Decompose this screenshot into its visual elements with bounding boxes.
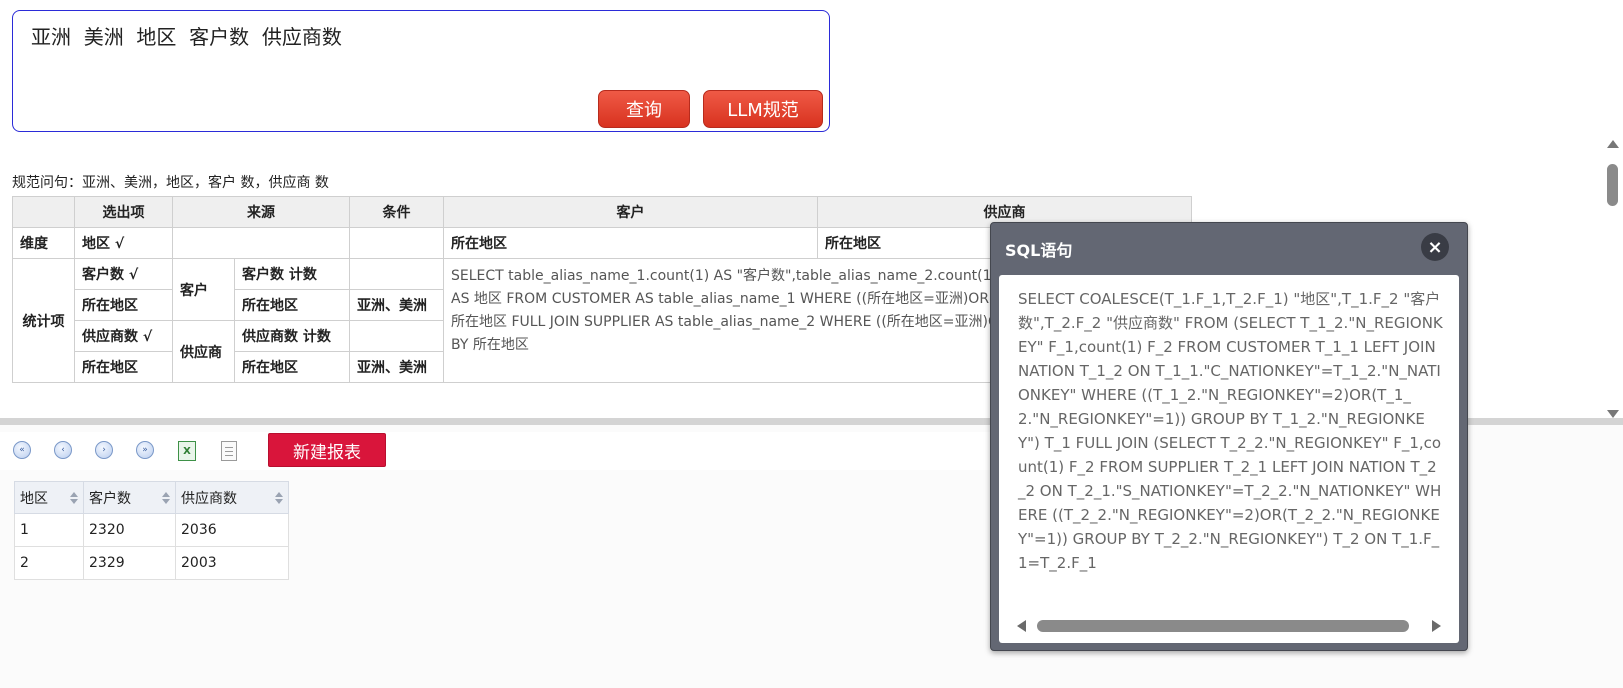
query-button[interactable]: 查询	[598, 90, 690, 128]
stats-select[interactable]: 所在地区	[74, 351, 173, 383]
stats-source: 所在地区	[234, 289, 350, 321]
source-customer: 客户	[172, 258, 235, 321]
stats-select[interactable]: 所在地区	[74, 289, 173, 321]
stats-condition	[349, 258, 444, 290]
horizontal-scrollbar[interactable]	[1013, 619, 1445, 633]
header-customer: 客户	[443, 196, 818, 228]
cell-region: 1	[14, 513, 84, 547]
dimension-customer: 所在地区	[443, 227, 818, 259]
cell-region: 2	[14, 546, 84, 580]
cell-customers: 2320	[83, 513, 176, 547]
llm-normalize-button[interactable]: LLM规范	[703, 90, 823, 128]
document-icon[interactable]	[221, 441, 237, 461]
sort-icon[interactable]	[275, 492, 283, 504]
results-table: 地区 客户数 供应商数 1 2320 2036 2 2329 2003	[14, 481, 289, 580]
results-header-row: 地区 客户数 供应商数	[14, 481, 289, 514]
next-page-icon[interactable]: ›	[95, 441, 113, 459]
scroll-up-arrow-icon[interactable]	[1607, 140, 1619, 148]
close-icon[interactable]: ×	[1421, 233, 1449, 261]
upper-scrollbar[interactable]	[1603, 138, 1623, 420]
table-row[interactable]: 1 2320 2036	[14, 513, 289, 547]
dimension-source	[172, 227, 350, 259]
dimension-label: 维度	[12, 227, 75, 259]
source-supplier: 供应商	[172, 320, 235, 383]
scroll-right-arrow-icon[interactable]	[1432, 620, 1441, 632]
query-panel: 查询 LLM规范	[12, 10, 830, 132]
column-header-suppliers[interactable]: 供应商数	[175, 481, 289, 514]
scroll-thumb[interactable]	[1037, 620, 1409, 632]
sort-icon[interactable]	[70, 492, 78, 504]
cell-suppliers: 2003	[175, 546, 289, 580]
stats-label: 统计项	[12, 258, 75, 383]
sql-dialog-title: SQL语句	[1005, 241, 1073, 260]
normalized-question: 规范问句：亚洲、美洲，地区，客户 数，供应商 数	[12, 175, 329, 191]
stats-source: 所在地区	[234, 351, 350, 383]
grid-corner-cell	[12, 196, 75, 228]
dimension-condition	[349, 227, 444, 259]
header-source: 来源	[172, 196, 350, 228]
sql-dialog: SQL语句 × SELECT COALESCE(T_1.F_1,T_2.F_1)…	[990, 222, 1468, 651]
header-condition: 条件	[349, 196, 444, 228]
stats-condition: 亚洲、美洲	[349, 289, 444, 321]
stats-condition	[349, 320, 444, 352]
sql-text: SELECT COALESCE(T_1.F_1,T_2.F_1) "地区",T_…	[1018, 290, 1443, 572]
stats-select[interactable]: 客户数 √	[74, 258, 173, 290]
stats-condition: 亚洲、美洲	[349, 351, 444, 383]
column-header-customers[interactable]: 客户数	[83, 481, 176, 514]
dimension-select[interactable]: 地区 √	[74, 227, 173, 259]
header-select: 选出项	[74, 196, 173, 228]
scroll-left-arrow-icon[interactable]	[1017, 620, 1026, 632]
stats-select[interactable]: 供应商数 √	[74, 320, 173, 352]
sql-dialog-body: SELECT COALESCE(T_1.F_1,T_2.F_1) "地区",T_…	[999, 275, 1459, 643]
new-report-button[interactable]: 新建报表	[268, 433, 386, 467]
excel-export-icon[interactable]: X	[178, 441, 196, 461]
sort-icon[interactable]	[162, 492, 170, 504]
first-page-icon[interactable]: «	[13, 441, 31, 459]
table-row[interactable]: 2 2329 2003	[14, 546, 289, 580]
prev-page-icon[interactable]: ‹	[54, 441, 72, 459]
query-input[interactable]	[23, 17, 819, 99]
column-header-region[interactable]: 地区	[14, 481, 84, 514]
cell-customers: 2329	[83, 546, 176, 580]
scroll-down-arrow-icon[interactable]	[1607, 410, 1619, 418]
last-page-icon[interactable]: »	[136, 441, 154, 459]
scroll-thumb[interactable]	[1607, 164, 1618, 206]
stats-source: 客户数 计数	[234, 258, 350, 290]
cell-suppliers: 2036	[175, 513, 289, 547]
stats-source: 供应商数 计数	[234, 320, 350, 352]
